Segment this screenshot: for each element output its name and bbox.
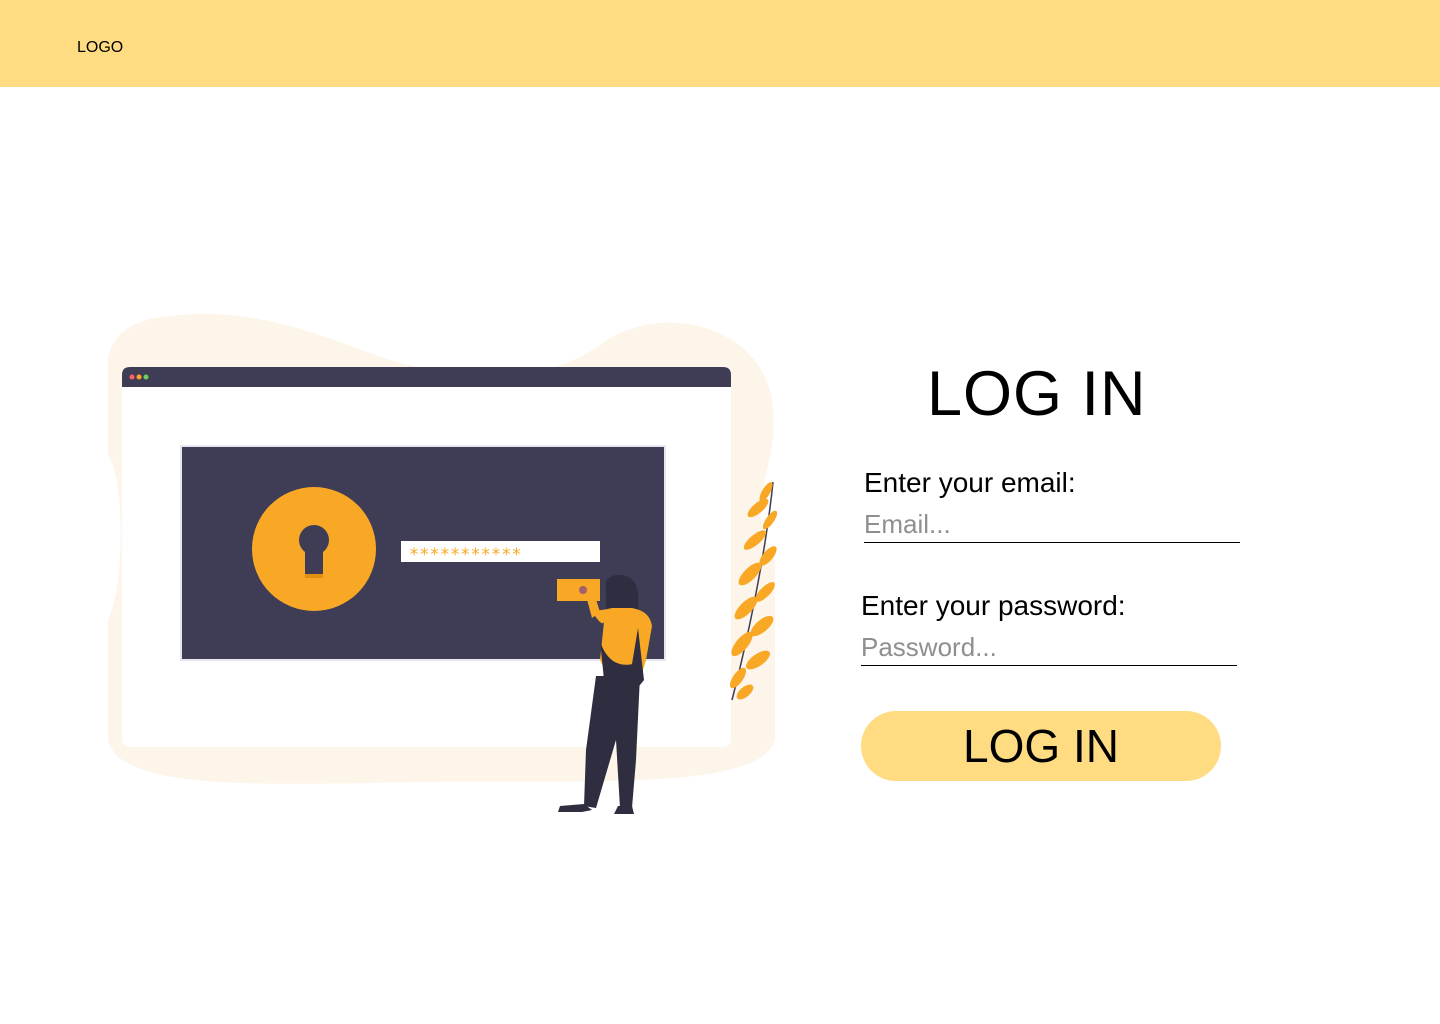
- email-input[interactable]: [864, 506, 1240, 543]
- login-illustration: ***********: [108, 313, 778, 814]
- password-label: Enter your password:: [861, 590, 1126, 621]
- email-label: Enter your email:: [864, 467, 1076, 498]
- window-dot-green-icon: [143, 374, 149, 380]
- logo[interactable]: LOGO: [77, 38, 123, 58]
- keyhole-icon: [252, 487, 376, 611]
- top-navbar: LOGO: [0, 0, 1440, 87]
- login-title: LOG IN: [927, 359, 1147, 429]
- login-button[interactable]: LOG IN: [861, 711, 1221, 781]
- illustration-password-mask: ***********: [409, 545, 522, 565]
- password-input[interactable]: [861, 629, 1237, 666]
- window-dot-yellow-icon: [136, 374, 142, 380]
- window-dot-red-icon: [129, 374, 135, 380]
